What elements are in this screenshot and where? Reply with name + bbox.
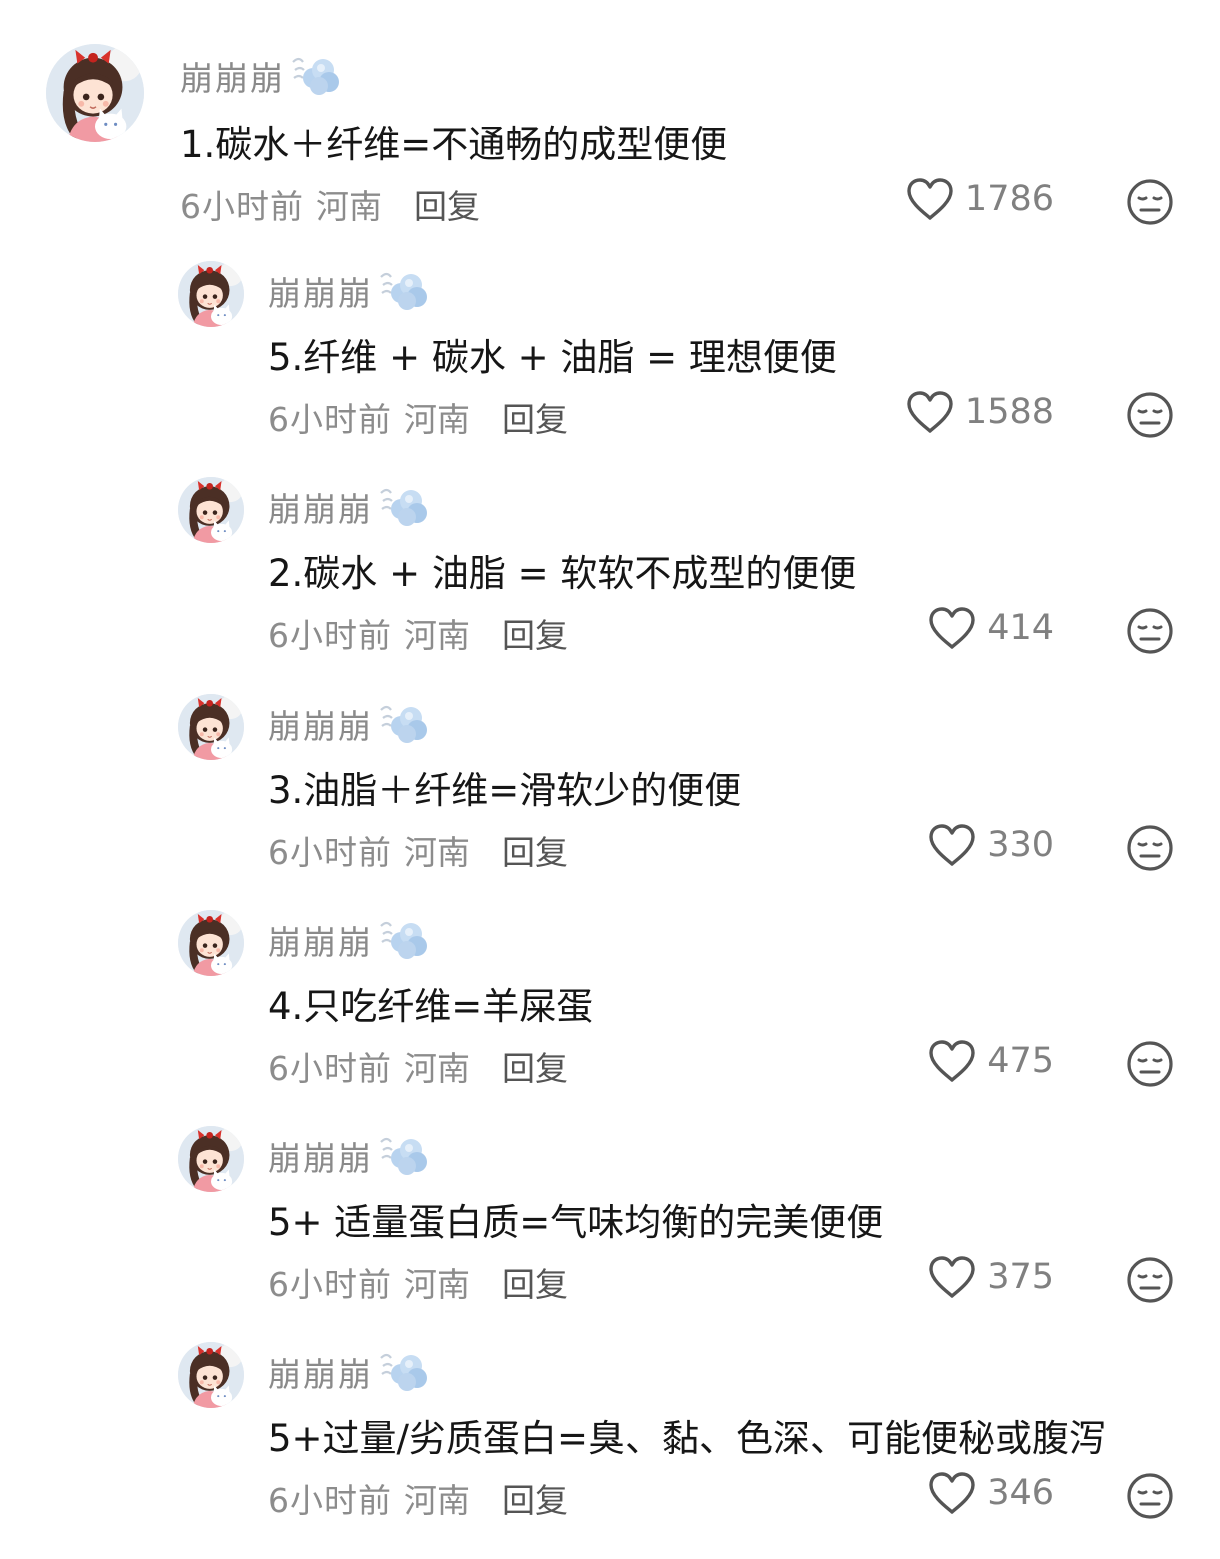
comment-location: 河南 <box>404 1265 470 1304</box>
heart-outline-icon <box>927 822 977 868</box>
neutral-face-icon[interactable] <box>1126 1256 1174 1304</box>
username[interactable]: 崩崩崩 <box>268 1132 429 1180</box>
username-text: 崩崩崩 <box>180 59 285 98</box>
reply-item: 崩崩崩 5.纤维 + 碳水 + 油脂 = 理想便便 6小时前 河南 回复 158… <box>0 257 1220 457</box>
reply-item: 崩崩崩 2.碳水 + 油脂 = 软软不成型的便便 6小时前 河南 回复 414 <box>0 473 1220 673</box>
comment-time: 6小时前 <box>268 1049 392 1088</box>
comment-location: 河南 <box>404 1481 470 1520</box>
wind-cloud-icon <box>379 1350 429 1394</box>
username-text: 崩崩崩 <box>268 1139 373 1178</box>
comment-location: 河南 <box>404 833 470 872</box>
reply-button[interactable]: 回复 <box>502 1042 568 1090</box>
comment-time: 6小时前 <box>180 187 304 226</box>
comment-text: 1.碳水＋纤维=不通畅的成型便便 <box>180 123 728 166</box>
comment-location: 河南 <box>404 1049 470 1088</box>
reply-item: 崩崩崩 4.只吃纤维=羊屎蛋 6小时前 河南 回复 475 <box>0 906 1220 1106</box>
comment-meta: 6小时前 河南 回复 <box>268 1474 568 1522</box>
comment-text: 3.油脂＋纤维=滑软少的便便 <box>268 769 742 812</box>
username-text: 崩崩崩 <box>268 490 373 529</box>
comment-location: 河南 <box>404 616 470 655</box>
neutral-face-icon[interactable] <box>1126 178 1174 226</box>
wind-cloud-icon <box>291 54 341 98</box>
reply-button[interactable]: 回复 <box>414 180 480 228</box>
like-button[interactable]: 1588 <box>905 389 1054 435</box>
heart-outline-icon <box>927 1254 977 1300</box>
username[interactable]: 崩崩崩 <box>268 700 429 748</box>
avatar[interactable] <box>178 261 244 327</box>
reply-item: 崩崩崩 5+ 适量蛋白质=气味均衡的完美便便 6小时前 河南 回复 375 <box>0 1122 1220 1322</box>
comment-location: 河南 <box>316 187 382 226</box>
heart-outline-icon <box>905 176 955 222</box>
like-button[interactable]: 330 <box>927 822 1054 868</box>
reply-button[interactable]: 回复 <box>502 1474 568 1522</box>
comment-location: 河南 <box>404 400 470 439</box>
comment-meta: 6小时前 河南 回复 <box>268 1042 568 1090</box>
like-count: 475 <box>987 1041 1054 1081</box>
wind-cloud-icon <box>379 918 429 962</box>
comment-text: 4.只吃纤维=羊屎蛋 <box>268 985 594 1028</box>
comment-text: 5+ 适量蛋白质=气味均衡的完美便便 <box>268 1201 884 1244</box>
wind-cloud-icon <box>379 1134 429 1178</box>
comment-text: 5.纤维 + 碳水 + 油脂 = 理想便便 <box>268 336 837 379</box>
comment-meta: 6小时前 河南 回复 <box>268 1258 568 1306</box>
username[interactable]: 崩崩崩 <box>268 916 429 964</box>
comment-meta: 6小时前 河南 回复 <box>268 393 568 441</box>
wind-cloud-icon <box>379 269 429 313</box>
avatar[interactable] <box>178 477 244 543</box>
comment-text: 5+过量/劣质蛋白=臭、黏、色深、可能便秘或腹泻 <box>268 1417 1107 1460</box>
comment-meta: 6小时前 河南 回复 <box>268 826 568 874</box>
username[interactable]: 崩崩崩 <box>268 1348 429 1396</box>
reply-button[interactable]: 回复 <box>502 609 568 657</box>
comment-time: 6小时前 <box>268 616 392 655</box>
neutral-face-icon[interactable] <box>1126 607 1174 655</box>
comment-time: 6小时前 <box>268 1265 392 1304</box>
username-text: 崩崩崩 <box>268 1355 373 1394</box>
like-button[interactable]: 1786 <box>905 176 1054 222</box>
like-count: 330 <box>987 825 1054 865</box>
avatar[interactable] <box>178 1126 244 1192</box>
heart-outline-icon <box>905 389 955 435</box>
like-count: 1786 <box>964 179 1054 219</box>
username[interactable]: 崩崩崩 <box>268 483 429 531</box>
reply-item: 崩崩崩 5+过量/劣质蛋白=臭、黏、色深、可能便秘或腹泻 6小时前 河南 回复 … <box>0 1338 1220 1538</box>
neutral-face-icon[interactable] <box>1126 824 1174 872</box>
avatar[interactable] <box>178 910 244 976</box>
avatar[interactable] <box>178 1342 244 1408</box>
like-button[interactable]: 346 <box>927 1470 1054 1516</box>
comment-meta: 6小时前 河南 回复 <box>268 609 568 657</box>
like-count: 414 <box>987 608 1054 648</box>
heart-outline-icon <box>927 605 977 651</box>
comment-time: 6小时前 <box>268 1481 392 1520</box>
neutral-face-icon[interactable] <box>1126 391 1174 439</box>
reply-button[interactable]: 回复 <box>502 826 568 874</box>
comment-meta: 6小时前 河南 回复 <box>180 180 480 228</box>
like-button[interactable]: 375 <box>927 1254 1054 1300</box>
like-button[interactable]: 414 <box>927 605 1054 651</box>
reply-button[interactable]: 回复 <box>502 393 568 441</box>
wind-cloud-icon <box>379 702 429 746</box>
like-button[interactable]: 475 <box>927 1038 1054 1084</box>
username-text: 崩崩崩 <box>268 707 373 746</box>
comment-time: 6小时前 <box>268 833 392 872</box>
wind-cloud-icon <box>379 485 429 529</box>
username-text: 崩崩崩 <box>268 923 373 962</box>
comment-text: 2.碳水 + 油脂 = 软软不成型的便便 <box>268 552 857 595</box>
username-text: 崩崩崩 <box>268 274 373 313</box>
username[interactable]: 崩崩崩 <box>268 267 429 315</box>
neutral-face-icon[interactable] <box>1126 1040 1174 1088</box>
avatar[interactable] <box>46 44 144 142</box>
comment-time: 6小时前 <box>268 400 392 439</box>
reply-button[interactable]: 回复 <box>502 1258 568 1306</box>
like-count: 375 <box>987 1257 1054 1297</box>
like-count: 1588 <box>964 392 1054 432</box>
heart-outline-icon <box>927 1038 977 1084</box>
avatar[interactable] <box>178 694 244 760</box>
reply-item: 崩崩崩 3.油脂＋纤维=滑软少的便便 6小时前 河南 回复 330 <box>0 690 1220 890</box>
neutral-face-icon[interactable] <box>1126 1472 1174 1520</box>
comment-item: 崩崩崩 1.碳水＋纤维=不通畅的成型便便 6小时前 河南 回复 1786 <box>0 0 1220 240</box>
heart-outline-icon <box>927 1470 977 1516</box>
like-count: 346 <box>987 1473 1054 1513</box>
username[interactable]: 崩崩崩 <box>180 52 341 100</box>
